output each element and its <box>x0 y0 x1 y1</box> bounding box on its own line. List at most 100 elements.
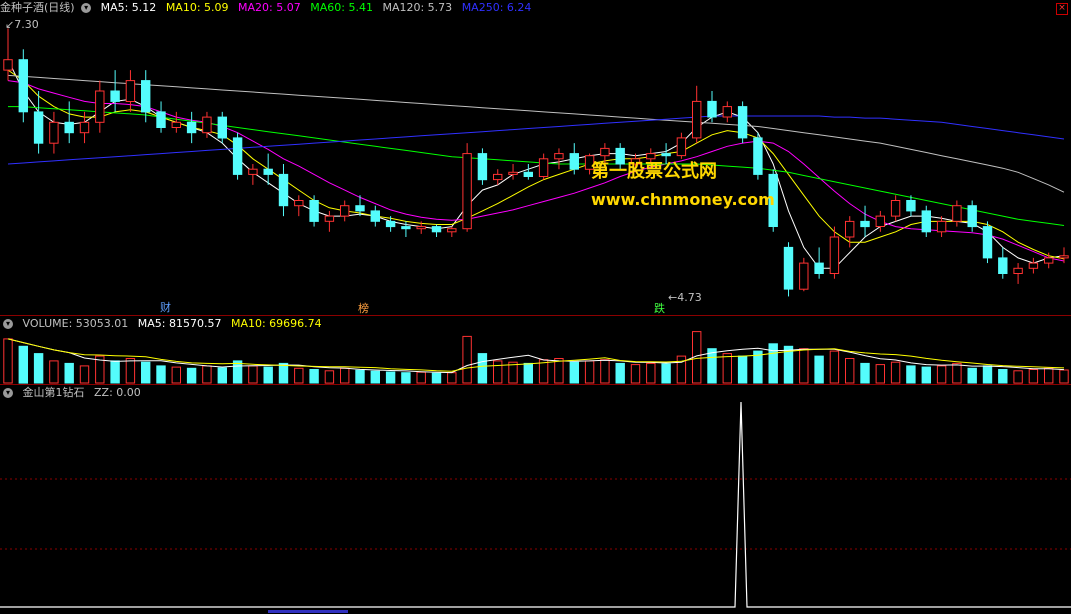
low-price-label: ←4.73 <box>668 291 702 304</box>
candle-body-65 <box>998 257 1008 274</box>
volume-bar-5 <box>79 365 90 384</box>
candle-body-3 <box>49 121 59 144</box>
indicator-zz: ZZ: 0.00 <box>94 386 141 399</box>
volume-bar-57 <box>875 364 885 384</box>
volume-bar-1 <box>18 345 28 384</box>
candle-body-34 <box>523 171 533 178</box>
volume-bar-61 <box>936 365 947 384</box>
volume-bar-43 <box>661 363 671 384</box>
candle-body-57 <box>875 215 885 228</box>
volume-bar-38 <box>584 360 595 384</box>
candle-body-25 <box>385 220 396 228</box>
tag-die[interactable]: 跌 <box>654 300 665 316</box>
volume-bar-20 <box>309 369 319 384</box>
candle-body-30 <box>462 153 472 230</box>
candle-body-22 <box>340 205 350 217</box>
candle-body-20 <box>309 200 319 222</box>
candle-body-45 <box>692 100 702 139</box>
candle-body-28 <box>431 226 442 233</box>
candle-body-55 <box>845 220 855 238</box>
ma-line-ma120 <box>7 74 1065 193</box>
volume-bar-46 <box>707 348 717 384</box>
volume-bar-27 <box>416 371 426 384</box>
candle-body-6 <box>95 90 105 123</box>
candle-body-15 <box>232 137 243 175</box>
volume-bar-58 <box>890 361 901 384</box>
candle-body-14 <box>217 116 228 139</box>
volume-bar-18 <box>278 362 289 384</box>
indicator-header: ▾ 金山第1钻石 ZZ: 0.00 <box>0 385 147 401</box>
volume-bar-52 <box>799 348 809 384</box>
volume-bar-11 <box>171 366 182 384</box>
volume-bar-47 <box>722 353 732 384</box>
candle-body-49 <box>753 137 763 175</box>
volume-bar-42 <box>646 362 656 384</box>
candle-body-5 <box>79 121 90 134</box>
volume-bar-32 <box>493 360 503 384</box>
candle-body-19 <box>294 200 304 207</box>
volume-bar-22 <box>340 367 350 384</box>
volume-collapse-icon[interactable]: ▾ <box>3 319 13 329</box>
candle-body-35 <box>538 158 549 178</box>
candle-body-10 <box>156 111 166 129</box>
volume-ma5-label: MA5: 81570.57 <box>137 317 222 330</box>
volume-bar-14 <box>217 367 228 384</box>
candle-body-36 <box>554 153 564 160</box>
volume-bar-28 <box>431 372 442 384</box>
candle-body-18 <box>278 173 289 207</box>
ma-line-ma10 <box>7 69 1065 260</box>
candle-body-54 <box>829 236 840 274</box>
candle-body-26 <box>401 226 411 230</box>
candle-body-27 <box>416 226 426 230</box>
volume-bar-40 <box>615 362 625 384</box>
volume-bar-59 <box>906 365 916 384</box>
volume-bar-37 <box>569 361 579 384</box>
volume-bar-65 <box>998 369 1008 384</box>
volume-bar-29 <box>447 372 457 384</box>
high-price-value: 7.30 <box>14 18 39 31</box>
volume-bar-12 <box>186 367 197 384</box>
volume-bar-21 <box>324 370 335 384</box>
volume-bar-31 <box>477 353 488 384</box>
candle-body-63 <box>967 205 977 228</box>
candle-body-44 <box>676 137 687 157</box>
volume-bar-24 <box>370 370 381 384</box>
candle-body-13 <box>202 116 212 134</box>
candle-body-39 <box>600 147 610 157</box>
volume-bar-41 <box>630 364 641 384</box>
volume-bar-23 <box>355 369 365 384</box>
volume-bar-54 <box>829 350 840 384</box>
candle-body-23 <box>355 205 365 212</box>
volume-bar-69 <box>1059 369 1069 384</box>
volume-bar-53 <box>814 355 824 384</box>
volume-bar-63 <box>967 367 977 384</box>
watermark-url: www.chnmoney.com <box>591 190 775 209</box>
candle-body-9 <box>141 80 151 113</box>
candle-body-4 <box>64 121 74 134</box>
candle-body-21 <box>324 215 335 222</box>
tag-bang[interactable]: 榜 <box>358 300 369 316</box>
candle-body-7 <box>110 90 120 102</box>
volume-bar-25 <box>385 371 396 384</box>
candle-body-47 <box>722 106 732 118</box>
low-arrow-icon: ← <box>668 291 678 304</box>
volume-bar-7 <box>110 360 120 384</box>
volume-bar-34 <box>523 362 533 384</box>
volume-bar-0 <box>3 338 13 384</box>
volume-bar-64 <box>982 365 993 384</box>
volume-bar-60 <box>921 366 931 384</box>
indicator-collapse-icon[interactable]: ▾ <box>3 388 13 398</box>
volume-bar-50 <box>768 343 778 384</box>
candle-body-1 <box>18 59 28 113</box>
candle-body-51 <box>783 246 794 290</box>
ma-line-ma60 <box>8 106 1065 226</box>
candle-body-66 <box>1013 267 1023 274</box>
tag-cai[interactable]: 财 <box>160 299 171 315</box>
volume-bar-62 <box>952 362 962 384</box>
volume-bar-67 <box>1028 369 1039 384</box>
ma-line-ma250 <box>7 115 1065 165</box>
candle-body-64 <box>982 226 993 259</box>
candle-body-33 <box>508 171 518 175</box>
volume-header: ▾ VOLUME: 53053.01 MA5: 81570.57 MA10: 6… <box>0 316 328 332</box>
candle-body-60 <box>921 210 931 233</box>
